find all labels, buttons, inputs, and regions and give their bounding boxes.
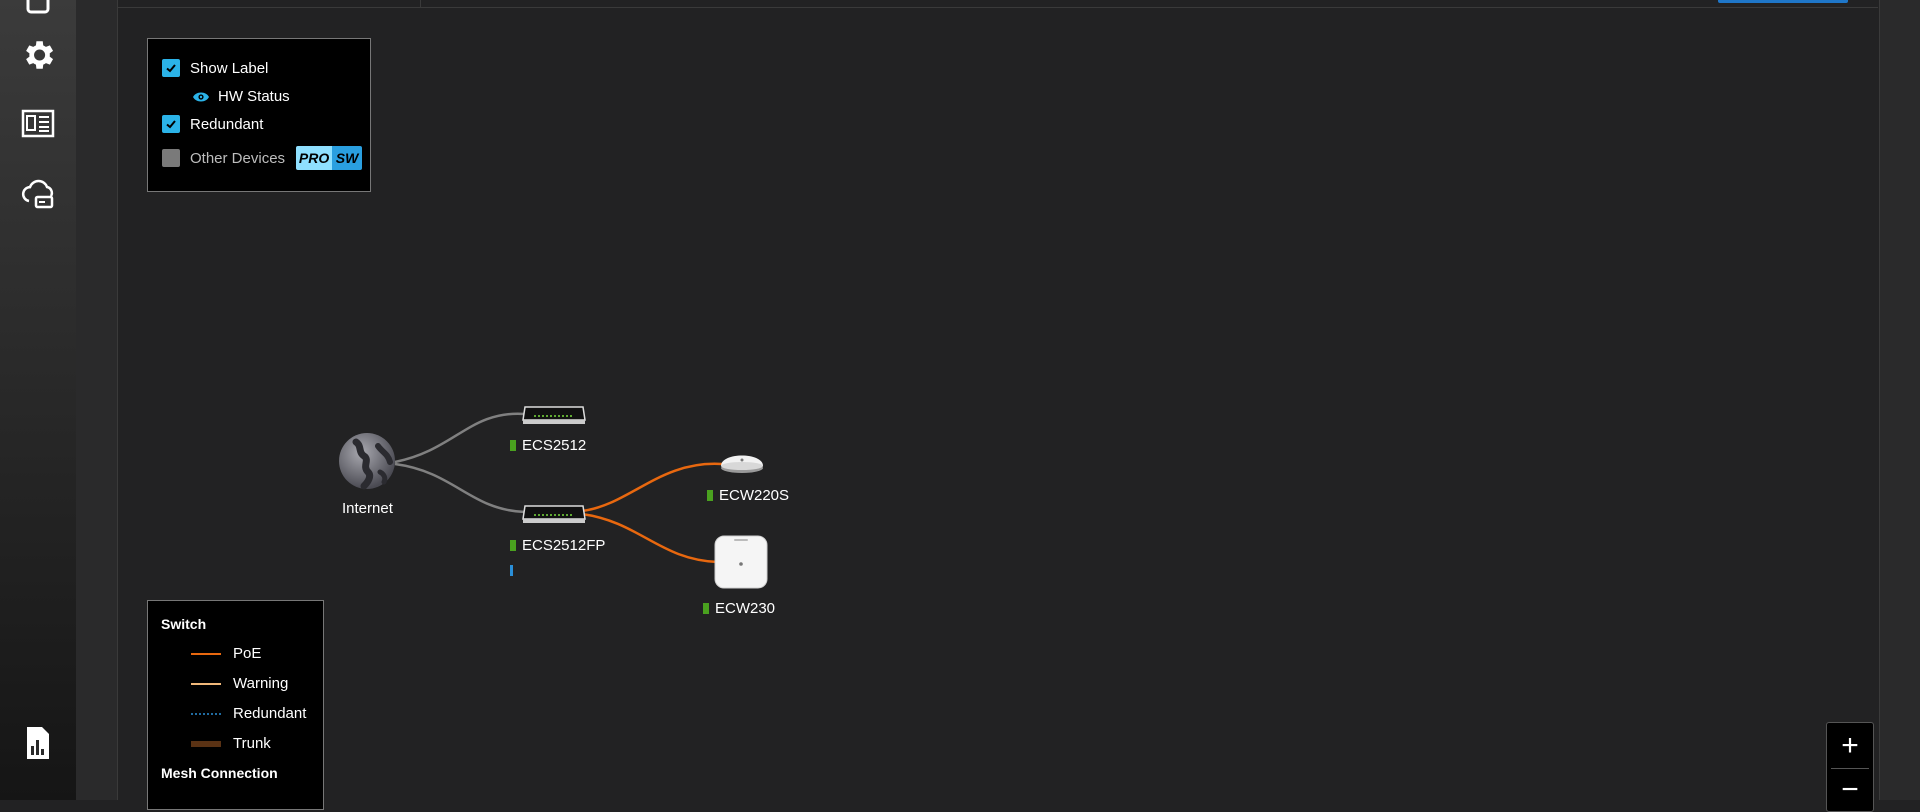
legend-panel: Switch PoE Warning Redundant Trunk Mesh … — [147, 600, 324, 810]
poe-line-swatch — [191, 652, 221, 655]
redundant-text: Redundant — [190, 115, 264, 133]
badge-sw-text: SW — [332, 146, 363, 170]
status-indicator — [707, 490, 713, 501]
check-icon — [166, 120, 176, 129]
link-internet-ecs2512fp — [394, 462, 526, 514]
redundant-line-swatch — [191, 712, 221, 715]
legend-switch-title: Switch — [161, 616, 207, 632]
access-point-icon[interactable] — [718, 446, 766, 476]
redundant-checkbox[interactable] — [162, 115, 180, 133]
status-indicator — [510, 540, 516, 551]
switch-icon[interactable] — [522, 403, 586, 425]
other-devices-option[interactable]: Other Devices PRO SW — [162, 146, 363, 170]
check-icon — [166, 64, 176, 73]
legend-redundant-text: Redundant — [233, 705, 307, 722]
legend-poe: PoE — [191, 645, 261, 662]
other-devices-checkbox[interactable] — [162, 149, 180, 167]
status-indicator — [510, 440, 516, 451]
warning-line-swatch — [191, 682, 221, 685]
access-point-icon[interactable] — [714, 535, 768, 589]
port-indicator — [510, 565, 513, 576]
show-label-checkbox[interactable] — [162, 59, 180, 77]
pro-sw-badge: PRO SW — [296, 146, 363, 170]
node-name: ECS2512FP — [522, 537, 606, 554]
node-name: ECW220S — [719, 487, 790, 504]
ap-ecw230-label: ECW230 — [703, 600, 775, 617]
switch-ecs2512-label: ECS2512 — [510, 437, 586, 454]
internet-label: Internet — [342, 500, 393, 517]
link-ecs2512fp-ecw220s — [581, 462, 723, 513]
redundant-option[interactable]: Redundant — [162, 115, 263, 133]
zoom-in-button[interactable]: + — [1827, 725, 1873, 767]
zoom-out-button[interactable]: − — [1827, 769, 1873, 811]
show-label-option[interactable]: Show Label — [162, 59, 268, 77]
other-devices-text: Other Devices — [190, 149, 286, 167]
internet-globe-icon[interactable] — [338, 432, 396, 490]
show-label-text: Show Label — [190, 59, 269, 77]
legend-warning: Warning — [191, 675, 288, 692]
badge-pro-text: PRO — [296, 146, 333, 170]
display-options-panel: Show Label HW Status Redundant Other Dev… — [147, 38, 371, 192]
node-name: ECS2512 — [522, 437, 587, 454]
hw-status-text: HW Status — [218, 88, 290, 105]
node-name: ECW230 — [715, 600, 776, 617]
legend-warning-text: Warning — [233, 675, 289, 692]
status-indicator — [703, 603, 709, 614]
trunk-line-swatch — [191, 740, 221, 747]
legend-poe-text: PoE — [233, 645, 262, 662]
legend-trunk: Trunk — [191, 735, 271, 752]
zoom-controls: + − — [1826, 722, 1874, 812]
link-internet-ecs2512 — [394, 412, 526, 464]
ap-ecw220s-label: ECW220S — [707, 487, 789, 504]
switch-icon[interactable] — [522, 502, 586, 524]
eye-icon[interactable] — [192, 91, 210, 103]
legend-redundant: Redundant — [191, 705, 306, 722]
legend-trunk-text: Trunk — [233, 735, 271, 752]
switch-ecs2512fp-label: ECS2512FP — [510, 537, 605, 554]
legend-mesh-title: Mesh Connection — [161, 765, 278, 781]
hw-status-option[interactable]: HW Status — [192, 88, 290, 105]
